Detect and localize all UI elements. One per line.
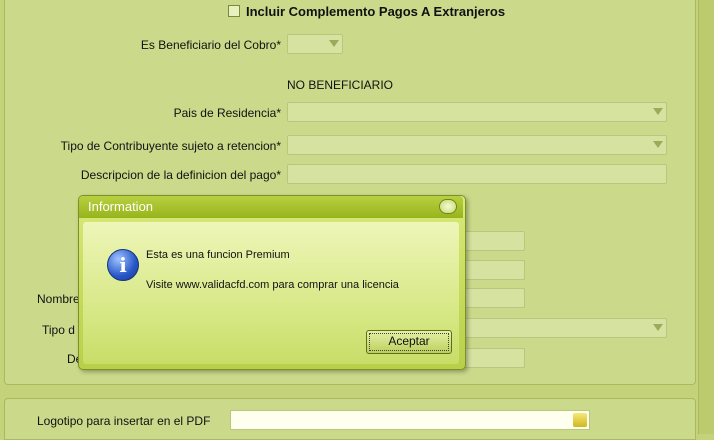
- tipo-contribuyente-select[interactable]: [287, 135, 667, 155]
- information-dialog: Information i Esta es una funcion Premiu…: [78, 195, 466, 370]
- aceptar-button[interactable]: Aceptar: [366, 330, 452, 354]
- close-icon[interactable]: [439, 199, 457, 214]
- es-beneficiario-select[interactable]: [287, 34, 343, 54]
- info-icon: i: [107, 249, 139, 281]
- chevron-down-icon: [653, 108, 663, 115]
- descripcion-input[interactable]: [287, 164, 667, 184]
- es-beneficiario-label: Es Beneficiario del Cobro*: [140, 38, 281, 52]
- dialog-title: Information: [88, 199, 154, 214]
- pais-label: Pais de Residencia*: [173, 106, 281, 120]
- dialog-message-line1: Esta es una funcion Premium: [146, 249, 290, 261]
- tipo-contribuyente-label: Tipo de Contribuyente sujeto a retencion…: [60, 139, 281, 153]
- logotipo-input[interactable]: [230, 410, 590, 430]
- pais-select[interactable]: [287, 102, 667, 122]
- chevron-down-icon: [329, 40, 339, 47]
- chevron-down-icon: [653, 141, 663, 148]
- no-beneficiario-header: NO BENEFICIARIO: [287, 78, 394, 92]
- complemento-checkbox-label: Incluir Complemento Pagos A Extranjeros: [246, 4, 506, 19]
- descripcion-label: Descripcion de la definicion del pago*: [80, 168, 281, 182]
- vertical-scrollbar[interactable]: [698, 0, 714, 434]
- nombre-label: Nombre: [37, 292, 80, 306]
- dialog-message-line2: Visite www.validacfd.com para comprar un…: [146, 279, 399, 291]
- complemento-checkbox[interactable]: [228, 5, 240, 17]
- folder-icon[interactable]: [573, 413, 587, 427]
- chevron-down-icon: [653, 324, 663, 331]
- tipo-label: Tipo d: [42, 323, 75, 337]
- logotipo-label: Logotipo para insertar en el PDF: [37, 414, 211, 428]
- dialog-titlebar[interactable]: Information: [79, 196, 463, 218]
